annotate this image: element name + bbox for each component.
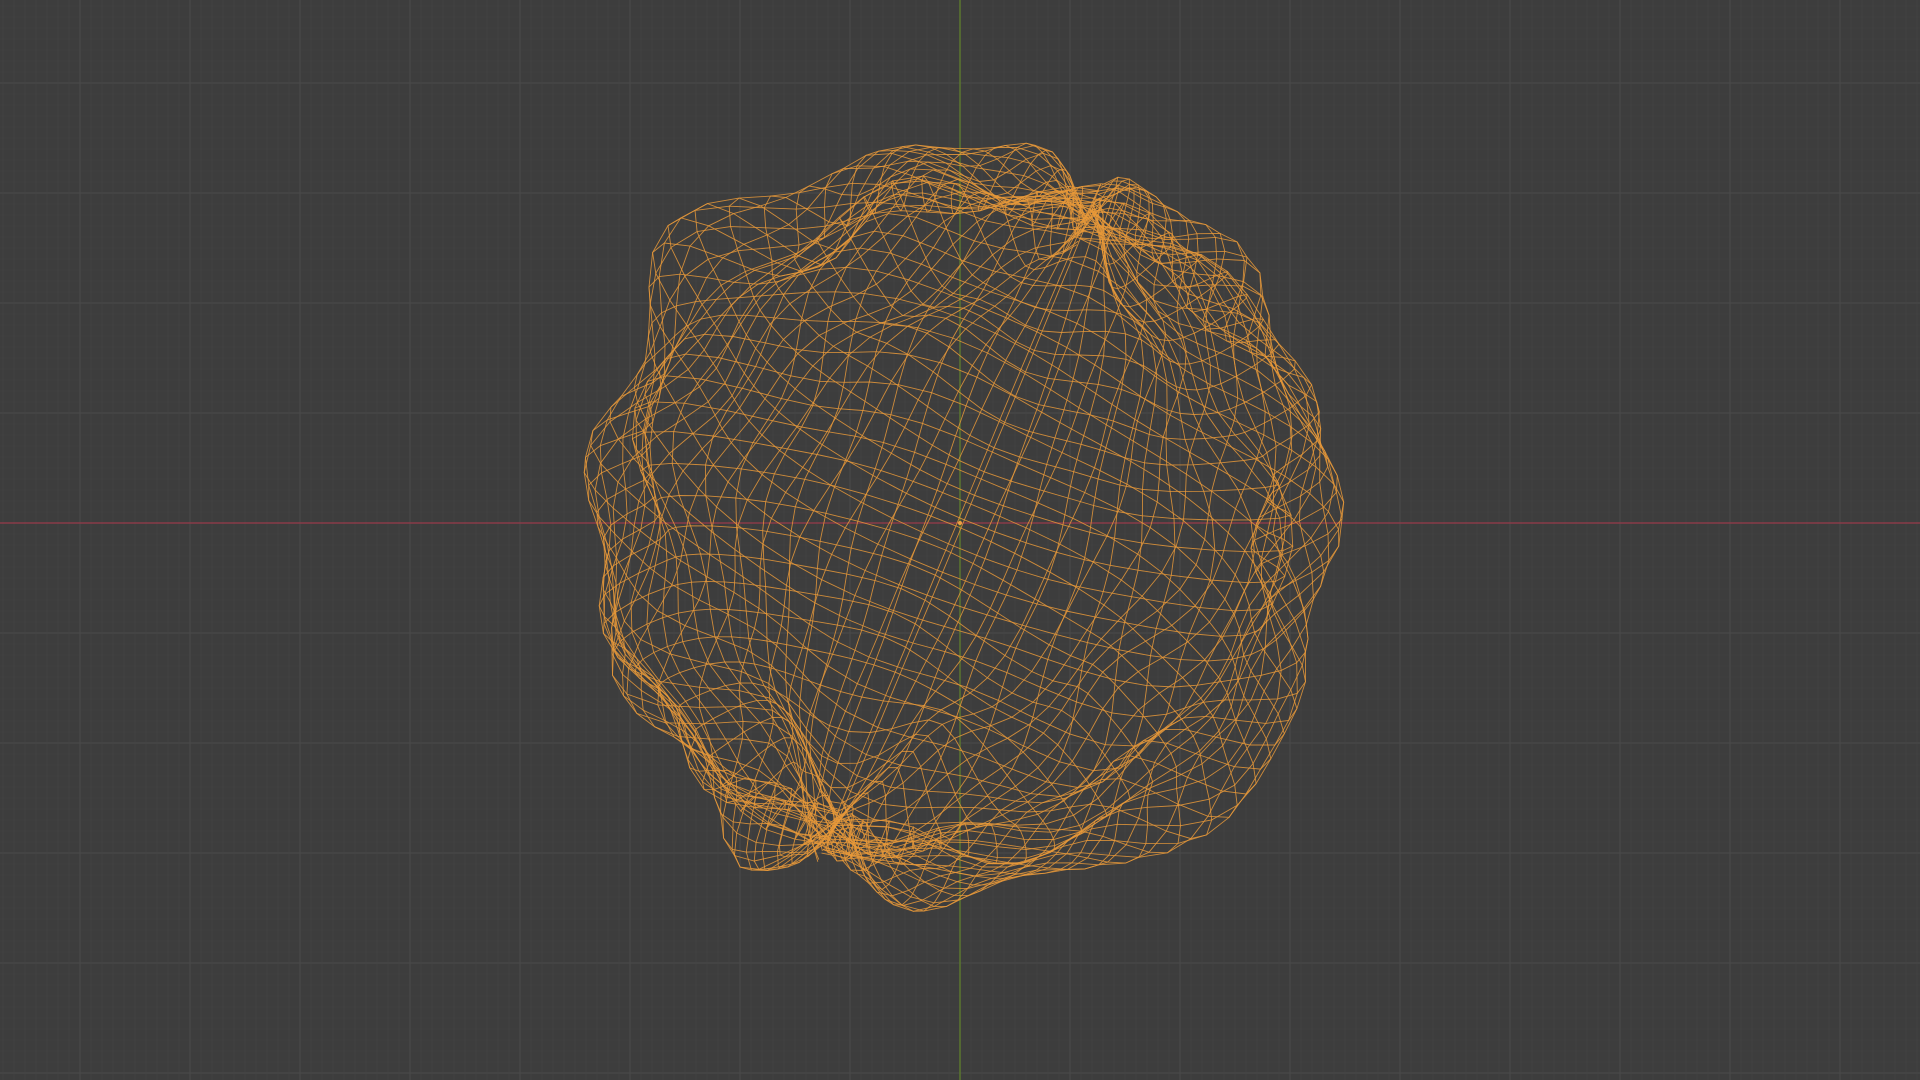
mesh-edge-loop-longitude [830, 198, 1335, 846]
mesh-edge-loop-latitude [890, 147, 1265, 365]
mesh-wireframe[interactable] [583, 142, 1345, 912]
viewport-canvas[interactable] [0, 0, 1920, 1080]
object-origin-point [958, 521, 962, 525]
mesh-edge-loop-latitude [977, 142, 1203, 308]
mesh-edge-loop-longitude [827, 184, 1119, 839]
mesh-edge-loop-latitude [728, 194, 1321, 521]
3d-viewport[interactable] [0, 0, 1920, 1080]
